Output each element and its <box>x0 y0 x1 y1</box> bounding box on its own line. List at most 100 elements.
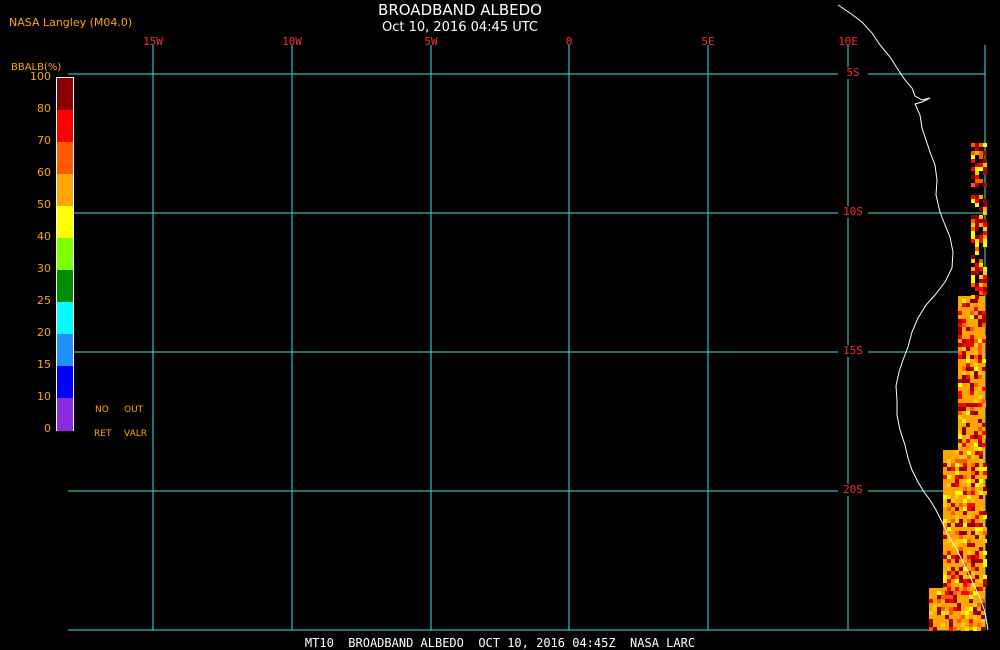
albedo-pixel <box>973 591 977 595</box>
albedo-pixel <box>974 299 978 303</box>
albedo-pixel <box>958 311 962 315</box>
albedo-pixel <box>970 371 974 375</box>
albedo-pixel <box>970 311 974 315</box>
albedo-pixel <box>962 367 966 371</box>
albedo-pixel <box>978 371 982 375</box>
albedo-pixel <box>979 523 983 527</box>
albedo-pixel <box>983 579 987 583</box>
albedo-pixel <box>975 515 979 519</box>
albedo-pixel <box>971 199 975 203</box>
albedo-pixel <box>963 455 967 459</box>
albedo-pixel <box>966 303 970 307</box>
albedo-pixel <box>967 515 971 519</box>
albedo-pixel <box>959 587 963 591</box>
albedo-pixel <box>971 223 975 227</box>
albedo-pixel <box>967 551 971 555</box>
albedo-pixel <box>929 623 933 627</box>
albedo-pixel <box>971 279 975 283</box>
albedo-pixel <box>977 603 981 607</box>
albedo-pixel <box>943 463 947 467</box>
albedo-pixel <box>955 515 959 519</box>
albedo-pixel <box>949 607 953 611</box>
albedo-pixel <box>970 407 974 411</box>
albedo-pixel <box>983 563 987 567</box>
albedo-pixel <box>958 343 962 347</box>
albedo-pixel <box>959 575 963 579</box>
albedo-pixel <box>937 607 941 611</box>
albedo-pixel <box>945 615 949 619</box>
albedo-pixel <box>970 343 974 347</box>
lon-label-15w: 15W <box>143 35 163 48</box>
albedo-pixel <box>975 195 979 199</box>
albedo-pixel <box>951 483 955 487</box>
albedo-pixel <box>947 587 951 591</box>
albedo-pixel <box>962 323 966 327</box>
albedo-pixel <box>958 355 962 359</box>
albedo-pixel <box>943 555 947 559</box>
albedo-pixel <box>943 575 947 579</box>
albedo-pixel <box>951 511 955 515</box>
albedo-pixel <box>951 571 955 575</box>
albedo-pixel <box>951 507 955 511</box>
albedo-pixel <box>967 451 971 455</box>
albedo-pixel <box>969 619 973 623</box>
albedo-pixel <box>983 539 987 543</box>
albedo-pixel <box>971 195 975 199</box>
albedo-pixel <box>983 491 987 495</box>
albedo-pixel <box>970 339 974 343</box>
albedo-pixel <box>971 559 975 563</box>
albedo-pixel <box>951 459 955 463</box>
albedo-pixel <box>937 611 941 615</box>
albedo-pixel <box>979 495 983 499</box>
albedo-pixel <box>953 599 957 603</box>
albedo-pixel <box>983 575 987 579</box>
albedo-pixel <box>974 367 978 371</box>
no-ret-label-top: NO <box>95 405 109 415</box>
lat-label-15s: 15S <box>838 345 868 357</box>
albedo-pixel <box>929 611 933 615</box>
albedo-pixel <box>983 199 987 203</box>
albedo-pixel <box>983 287 987 291</box>
albedo-pixel <box>943 535 947 539</box>
colorbar-tick-label: 70 <box>37 134 51 147</box>
albedo-pixel <box>955 555 959 559</box>
albedo-pixel <box>975 471 979 475</box>
albedo-pixel <box>981 591 985 595</box>
albedo-pixel <box>958 391 962 395</box>
albedo-pixel <box>958 407 962 411</box>
albedo-pixel <box>959 503 963 507</box>
albedo-pixel <box>979 291 983 295</box>
albedo-pixel <box>971 483 975 487</box>
albedo-pixel <box>953 627 957 631</box>
albedo-pixel <box>971 175 975 179</box>
albedo-pixel <box>970 391 974 395</box>
albedo-pixel <box>958 379 962 383</box>
albedo-pixel <box>974 371 978 375</box>
albedo-pixel <box>982 399 986 403</box>
albedo-pixel <box>983 475 987 479</box>
albedo-pixel <box>966 339 970 343</box>
albedo-pixel <box>971 183 975 187</box>
albedo-pixel <box>958 367 962 371</box>
albedo-pixel <box>979 275 983 279</box>
albedo-pixel <box>963 459 967 463</box>
albedo-pixel <box>979 179 983 183</box>
albedo-pixel <box>955 587 959 591</box>
albedo-pixel <box>965 607 969 611</box>
albedo-pixel <box>983 171 987 175</box>
albedo-pixel <box>974 355 978 359</box>
albedo-pixel <box>981 615 985 619</box>
albedo-pixel <box>957 619 961 623</box>
albedo-pixel <box>951 467 955 471</box>
albedo-pixel <box>962 307 966 311</box>
albedo-pixel <box>962 427 966 431</box>
albedo-pixel <box>958 359 962 363</box>
albedo-pixel <box>975 575 979 579</box>
albedo-pixel <box>933 595 937 599</box>
albedo-pixel <box>962 407 966 411</box>
albedo-pixel <box>974 403 978 407</box>
albedo-pixel <box>970 323 974 327</box>
albedo-pixel <box>975 263 979 267</box>
albedo-pixel <box>967 463 971 467</box>
albedo-pixel <box>970 403 974 407</box>
